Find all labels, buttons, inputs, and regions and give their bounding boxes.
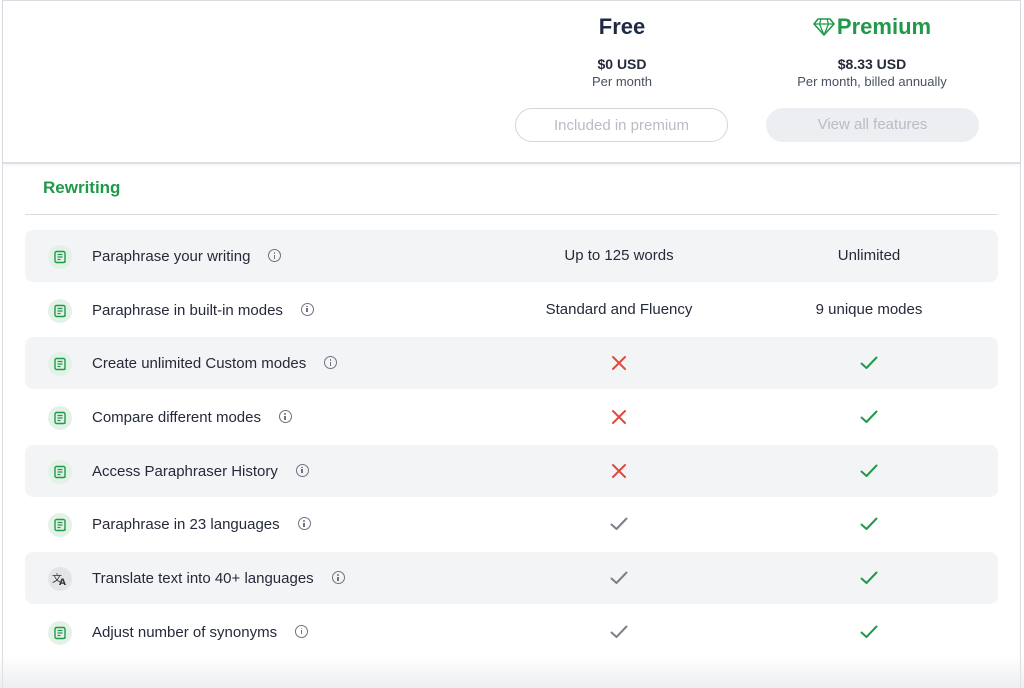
feature-table: Paraphrase your writing Up to 125 words Un… (25, 230, 998, 660)
info-icon[interactable] (324, 356, 338, 370)
check-icon (754, 498, 984, 550)
table-row: Paraphrase in 23 languages (25, 498, 998, 550)
check-icon (754, 606, 984, 658)
check-icon (504, 552, 734, 604)
table-row: Adjust number of synonyms (25, 606, 998, 658)
check-icon (754, 445, 984, 497)
paraphraser-icon (48, 406, 72, 431)
info-icon[interactable] (300, 302, 314, 316)
premium-plan-column: Premium $8.33 USD Per month, billed annu… (757, 1, 987, 91)
check-icon (754, 337, 984, 389)
table-row: Compare different modes (25, 391, 998, 443)
feature-label: Paraphrase your writing (92, 247, 282, 267)
svg-text:A: A (59, 578, 66, 586)
premium-plan-price: $8.33 USD (837, 56, 907, 72)
feature-label: Compare different modes (92, 408, 292, 428)
feature-label: Adjust number of synonyms (92, 623, 309, 643)
info-icon[interactable] (331, 571, 345, 585)
feature-label-text: Translate text into 40+ languages (92, 570, 314, 588)
free-value: Up to 125 words (564, 247, 674, 264)
cross-icon (504, 391, 734, 443)
feature-label-text: Access Paraphraser History (92, 462, 278, 480)
diamond-icon (813, 18, 835, 36)
feature-label-text: Paraphrase in 23 languages (92, 516, 280, 534)
paraphraser-icon (48, 352, 72, 377)
feature-label-text: Create unlimited Custom modes (92, 355, 307, 373)
premium-value: Unlimited (837, 247, 901, 264)
feature-label-text: Compare different modes (92, 409, 261, 427)
section-divider (25, 214, 998, 215)
feature-label: Access Paraphraser History (92, 462, 309, 482)
view-all-features-button[interactable]: View all features (766, 108, 979, 142)
feature-label: Paraphrase in built-in modes (92, 301, 314, 321)
info-icon[interactable] (268, 249, 282, 262)
translate-icon: 文A (48, 567, 72, 592)
check-icon (754, 552, 984, 604)
check-icon (754, 391, 984, 443)
feature-label-text: Adjust number of synonyms (92, 623, 278, 641)
feature-label: Paraphrase in 23 languages (92, 515, 311, 535)
paraphraser-icon (48, 459, 72, 484)
info-icon[interactable] (295, 463, 309, 477)
cross-icon (504, 337, 734, 389)
check-icon (504, 606, 734, 658)
free-value: Standard and Fluency (545, 300, 693, 318)
free-plan-name: Free (598, 14, 646, 39)
section-title: Rewriting (43, 178, 121, 197)
free-plan-column: Free $0 USD Per month (507, 1, 737, 91)
check-icon (504, 498, 734, 550)
premium-plan-title: Premium (757, 13, 987, 41)
plans-header: Free $0 USD Per month Premium $8.33 USD … (3, 1, 1020, 164)
free-plan-price: $0 USD (597, 56, 647, 72)
feature-label: Translate text into 40+ languages (92, 569, 345, 589)
premium-plan-name: Premium (836, 14, 932, 39)
table-row: Paraphrase in built-in modes Standard and… (25, 284, 998, 336)
included-in-premium-button[interactable]: Included in premium (515, 108, 728, 142)
table-row: 文 A Translate text into 40+ languages (25, 552, 998, 605)
feature-label-text: Paraphrase your writing (92, 248, 251, 265)
cross-icon (504, 445, 734, 497)
feature-label: Create unlimited Custom modes (92, 354, 338, 374)
info-icon[interactable] (297, 517, 311, 531)
paraphraser-icon (48, 298, 72, 323)
info-icon[interactable] (295, 624, 309, 638)
table-row: Create unlimited Custom modes (25, 337, 998, 390)
premium-plan-period: Per month, billed annually (797, 74, 947, 89)
table-row: Access Paraphraser History (25, 444, 998, 497)
paraphraser-icon (48, 620, 72, 645)
free-plan-period: Per month (592, 74, 652, 89)
table-row: Paraphrase your writing Up to 125 words Un… (25, 230, 998, 282)
premium-value: 9 unique modes (815, 300, 923, 318)
paraphraser-icon (48, 245, 72, 269)
paraphraser-icon (48, 513, 72, 538)
info-icon[interactable] (278, 410, 292, 424)
feature-label-text: Paraphrase in built-in modes (92, 301, 283, 319)
